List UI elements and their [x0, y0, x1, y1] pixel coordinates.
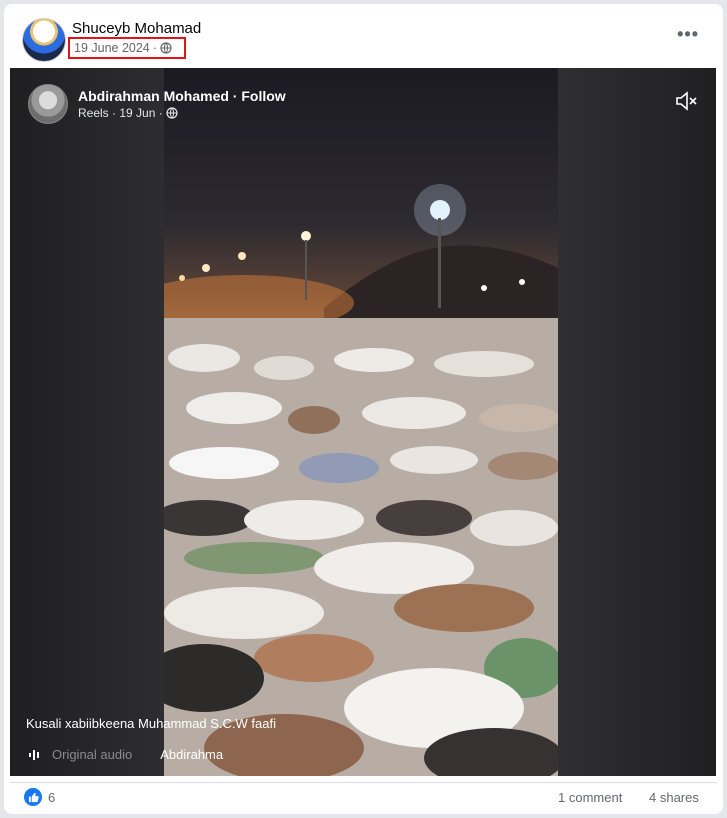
audio-uploader[interactable]: Abdirahma — [160, 747, 223, 762]
more-options-icon[interactable]: ••• — [677, 24, 699, 45]
post-timestamp-highlight: 19 June 2024 · — [68, 37, 186, 59]
reel-author-follow[interactable]: Abdirahman Mohamed · Follow — [78, 88, 286, 104]
globe-icon — [160, 42, 172, 54]
post-date[interactable]: 19 June 2024 — [74, 41, 150, 55]
meta-separator: · — [152, 41, 157, 55]
video-blur-right — [558, 68, 716, 776]
reel-author-avatar[interactable] — [28, 84, 68, 124]
audio-wave-icon — [29, 749, 39, 760]
mute-icon[interactable] — [674, 90, 698, 112]
reel-meta: Reels · 19 Jun · — [78, 106, 178, 120]
reaction-count[interactable]: 6 — [48, 790, 55, 805]
comment-count[interactable]: 1 comment — [558, 790, 622, 805]
video-frame — [164, 68, 558, 776]
author-name[interactable]: Shuceyb Mohamad — [72, 20, 201, 37]
post-card: Shuceyb Mohamad 19 June 2024 · ••• Abdir… — [4, 4, 723, 814]
share-count[interactable]: 4 shares — [649, 790, 699, 805]
audio-row[interactable]: Original audio Abdirahma — [28, 747, 223, 762]
like-icon[interactable] — [24, 788, 42, 806]
reel-meta-text: Reels · 19 Jun · — [78, 106, 163, 120]
footer-divider — [10, 782, 717, 783]
video-blur-left — [10, 68, 164, 776]
globe-icon — [166, 107, 178, 119]
crowd-scene — [164, 184, 558, 776]
reel-caption: Kusali xabiibkeena Muhammad S.C.W faafi — [26, 716, 277, 731]
reel-video[interactable]: Abdirahman Mohamed · Follow Reels · 19 J… — [10, 68, 716, 776]
thumbs-up-icon — [28, 792, 39, 802]
author-avatar[interactable] — [22, 18, 66, 62]
audio-name[interactable]: Original audio — [52, 747, 132, 762]
